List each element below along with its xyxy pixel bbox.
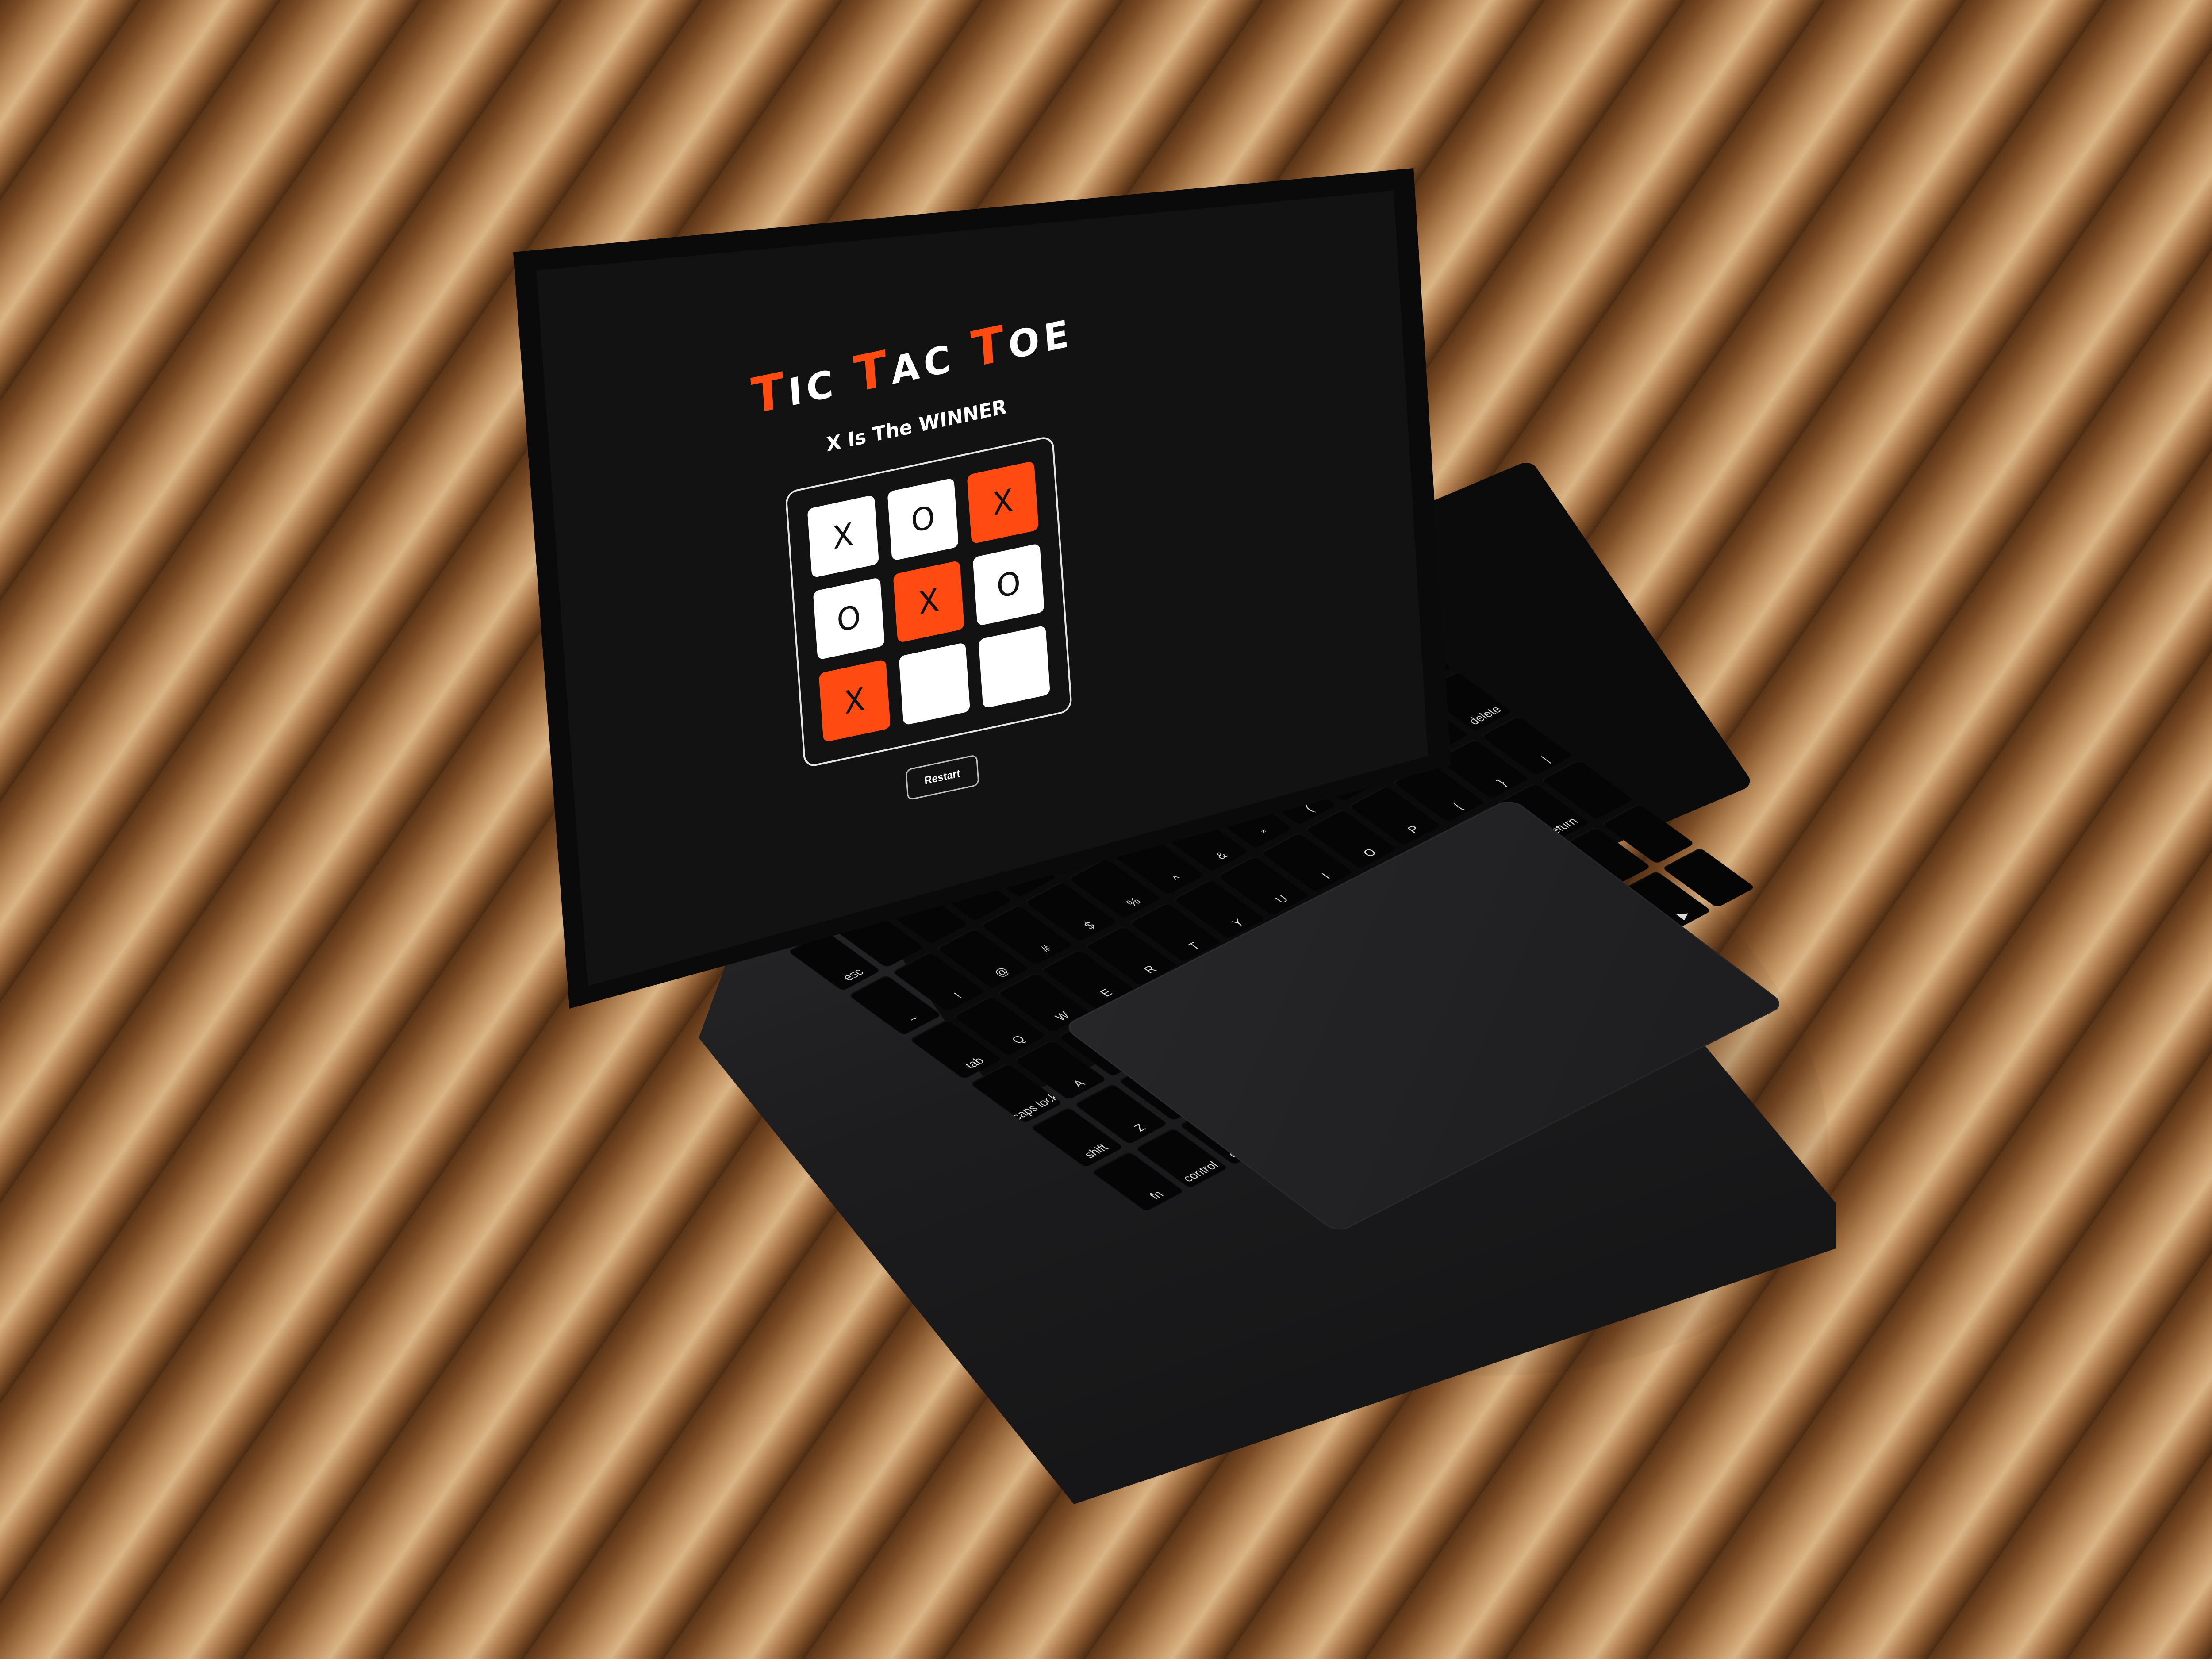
title-text: IC bbox=[787, 357, 856, 415]
game-app: TIC TAC TOE X Is The WINNER XOXOXOX Rest… bbox=[695, 311, 1163, 897]
board-cell[interactable]: X bbox=[893, 560, 965, 643]
board-cell[interactable]: X bbox=[967, 461, 1039, 544]
title-text: AC bbox=[890, 332, 973, 393]
title-accent-letter: T bbox=[852, 338, 893, 404]
wood-background: esc~!@#$%^&*()_+deletetabQWERTYUIOP{}|ca… bbox=[0, 0, 2212, 1659]
board-cell[interactable] bbox=[978, 625, 1051, 709]
title-accent-letter: T bbox=[969, 314, 1010, 379]
board-cell[interactable]: X bbox=[807, 495, 879, 578]
board-cell[interactable]: X bbox=[818, 659, 891, 743]
board-cell[interactable]: O bbox=[972, 543, 1045, 626]
board-cell[interactable]: O bbox=[887, 477, 959, 561]
game-board: XOXOXOX bbox=[785, 435, 1073, 768]
board-cell[interactable]: O bbox=[813, 577, 885, 661]
title-accent-letter: T bbox=[749, 360, 791, 426]
restart-button[interactable]: Restart bbox=[905, 754, 979, 801]
board-cell[interactable] bbox=[899, 642, 971, 726]
title-text: OE bbox=[1007, 311, 1075, 369]
